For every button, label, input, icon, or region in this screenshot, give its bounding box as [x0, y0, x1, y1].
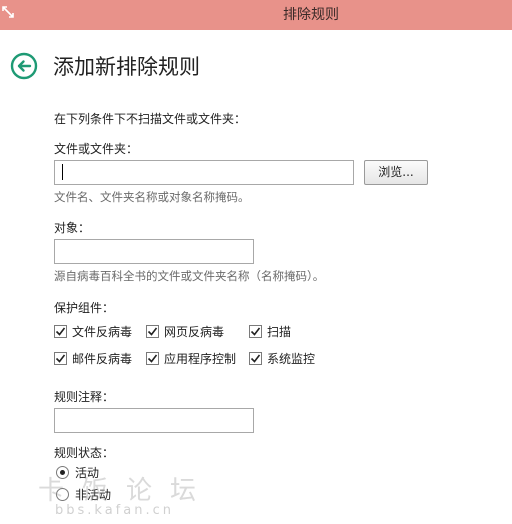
checkbox-label: 邮件反病毒 — [72, 352, 133, 366]
checkbox-label: 文件反病毒 — [72, 325, 133, 339]
window-title: 排除规则 — [283, 7, 339, 23]
checkmark-icon — [146, 352, 159, 365]
object-hint: 源自病毒百科全书的文件或文件夹名称（名称掩码）。 — [54, 269, 325, 283]
status-label: 规则状态： — [54, 446, 115, 460]
checkbox-scan[interactable]: 扫描 — [249, 323, 291, 340]
file-folder-input[interactable] — [54, 160, 354, 185]
radio-selected-icon — [56, 466, 69, 479]
checkbox-label: 扫描 — [267, 325, 292, 339]
back-arrow-icon[interactable] — [10, 52, 38, 80]
checkbox-label: 网页反病毒 — [164, 325, 225, 339]
radio-unselected-icon — [56, 488, 69, 501]
checkmark-icon — [249, 352, 262, 365]
comment-input[interactable] — [54, 408, 254, 433]
comment-label: 规则注释： — [54, 390, 115, 404]
file-folder-label: 文件或文件夹： — [54, 142, 139, 156]
checkmark-icon — [146, 325, 159, 338]
checkbox-app-control[interactable]: 应用程序控制 — [146, 350, 236, 367]
checkbox-label: 系统监控 — [267, 352, 316, 366]
intro-text: 在下列条件下不扫描文件或文件夹： — [54, 112, 247, 126]
checkbox-file-antivirus[interactable]: 文件反病毒 — [54, 323, 132, 340]
checkmark-icon — [249, 325, 262, 338]
page-title: 添加新排除规则 — [53, 55, 200, 79]
checkbox-system-watcher[interactable]: 系统监控 — [249, 350, 315, 367]
text-caret — [62, 164, 63, 180]
radio-label: 非活动 — [75, 488, 112, 502]
protection-label: 保护组件： — [54, 301, 115, 315]
object-label: 对象： — [54, 221, 91, 235]
object-input[interactable] — [54, 239, 254, 264]
watermark-url: bbs.kafan.cn — [55, 503, 174, 518]
checkbox-web-antivirus[interactable]: 网页反病毒 — [146, 323, 224, 340]
radio-active[interactable]: 活动 — [56, 464, 99, 481]
checkmark-icon — [54, 352, 67, 365]
checkbox-mail-antivirus[interactable]: 邮件反病毒 — [54, 350, 132, 367]
title-bar: 排除规则 — [0, 0, 512, 30]
radio-inactive[interactable]: 非活动 — [56, 486, 111, 503]
file-folder-hint: 文件名、文件夹名称或对象名称掩码。 — [54, 190, 250, 204]
radio-label: 活动 — [75, 466, 100, 480]
checkmark-icon — [54, 325, 67, 338]
browse-button[interactable]: 浏览... — [364, 160, 428, 185]
checkbox-label: 应用程序控制 — [164, 352, 237, 366]
